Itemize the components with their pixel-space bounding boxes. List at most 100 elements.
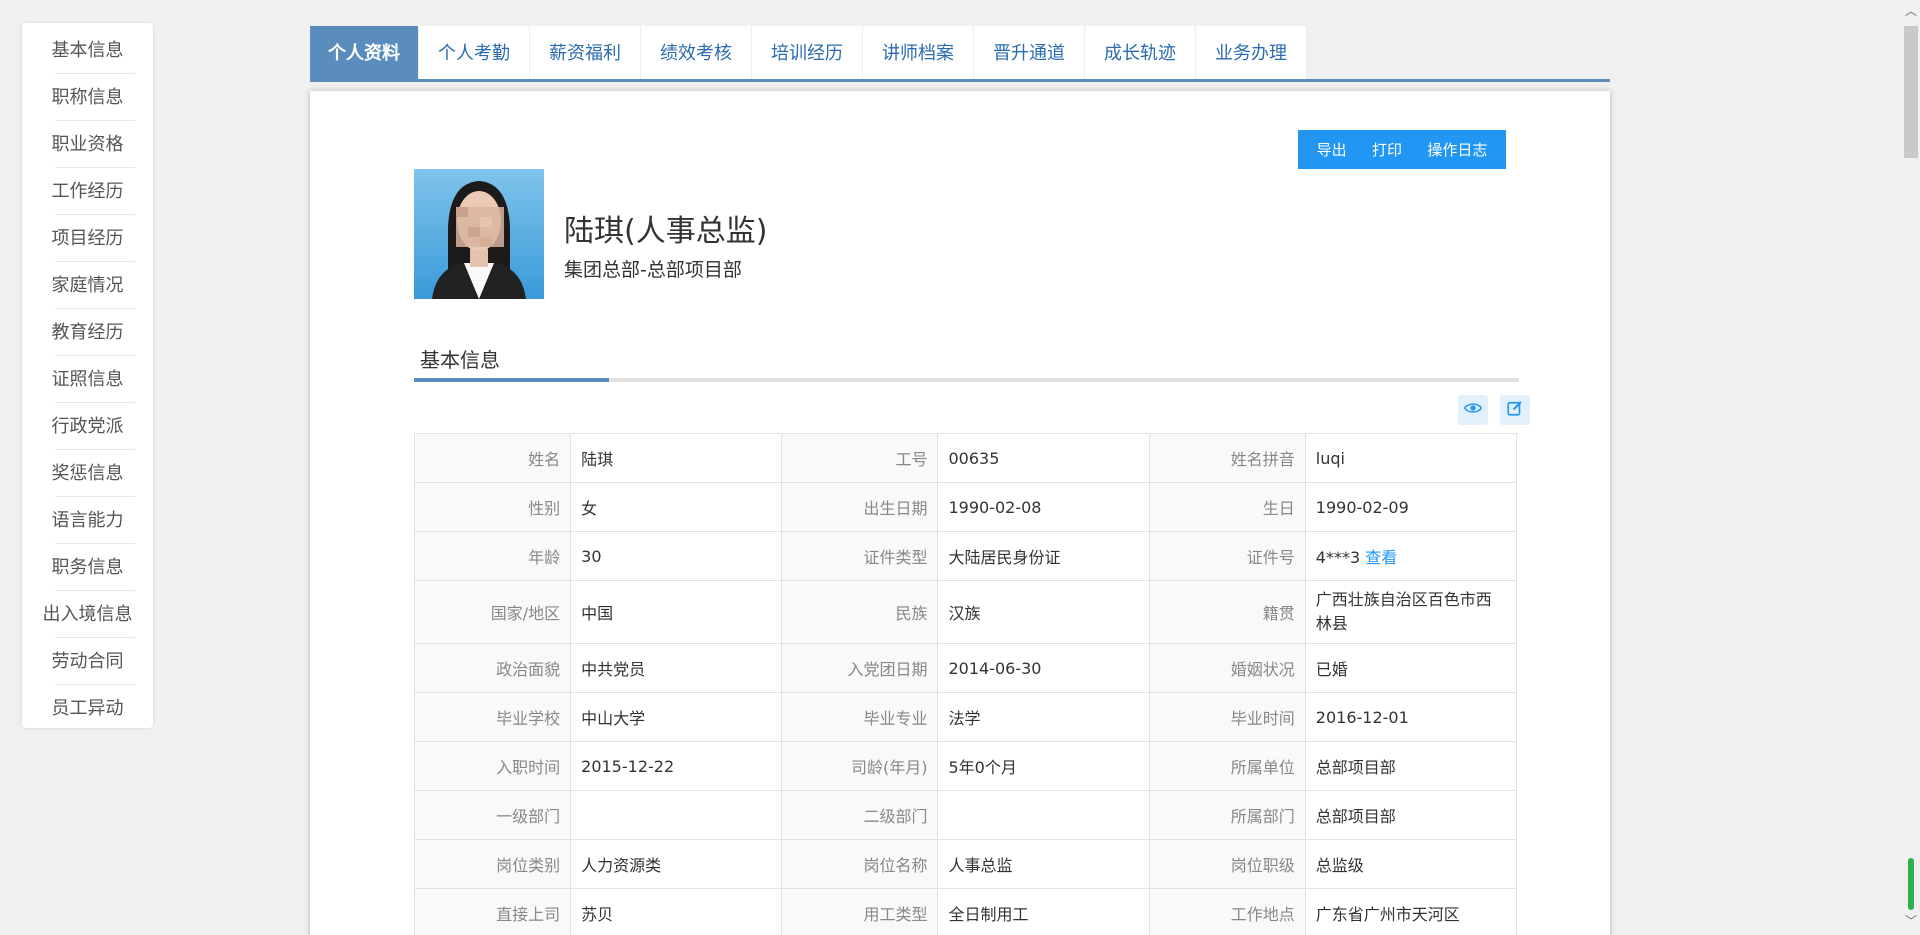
sidebar-item-position[interactable]: 职务信息 xyxy=(22,544,153,591)
sidebar-item-transfer[interactable]: 员工异动 xyxy=(22,685,153,732)
table-row: 直接上司 苏贝 用工类型 全日制用工 工作地点 广东省广州市天河区 xyxy=(413,888,1518,935)
tab-performance[interactable]: 绩效考核 xyxy=(641,26,752,79)
sidebar-item-language[interactable]: 语言能力 xyxy=(22,497,153,544)
scroll-indicator xyxy=(1908,858,1914,910)
view-id-link[interactable]: 查看 xyxy=(1365,548,1397,567)
sidebar-item-basic-info[interactable]: 基本信息 xyxy=(22,27,153,74)
tab-personal-profile[interactable]: 个人资料 xyxy=(310,26,419,79)
label-ethnicity: 民族 xyxy=(781,580,939,644)
view-button[interactable] xyxy=(1458,395,1488,425)
tab-salary[interactable]: 薪资福利 xyxy=(530,26,641,79)
value-job-category: 人力资源类 xyxy=(570,839,783,889)
sidebar-item-party[interactable]: 行政党派 xyxy=(22,403,153,450)
print-button[interactable]: 打印 xyxy=(1372,139,1402,160)
section-divider-active xyxy=(414,378,609,382)
label-level2-dept: 二级部门 xyxy=(781,790,939,840)
value-age: 30 xyxy=(570,531,783,581)
value-graduation-date: 2016-12-01 xyxy=(1304,692,1518,742)
label-age: 年龄 xyxy=(413,531,572,581)
label-country: 国家/地区 xyxy=(413,580,572,644)
sidebar-item-rewards[interactable]: 奖惩信息 xyxy=(22,450,153,497)
tab-bar: 个人资料 个人考勤 薪资福利 绩效考核 培训经历 讲师档案 晋升通道 成长轨迹 … xyxy=(310,26,1610,82)
sidebar-item-certificates[interactable]: 证照信息 xyxy=(22,356,153,403)
table-row: 性别 女 出生日期 1990-02-08 生日 1990-02-09 xyxy=(413,482,1518,532)
value-birth-date: 1990-02-08 xyxy=(937,482,1150,532)
value-pinyin: luqi xyxy=(1304,433,1518,483)
sidebar-item-travel[interactable]: 出入境信息 xyxy=(22,591,153,638)
value-native-place: 广西壮族自治区百色市西林县 xyxy=(1304,580,1518,644)
value-employee-id: 00635 xyxy=(937,433,1150,483)
sidebar-item-project-history[interactable]: 项目经历 xyxy=(22,215,153,262)
value-work-location: 广东省广州市天河区 xyxy=(1304,888,1518,935)
label-native-place: 籍贯 xyxy=(1148,580,1306,644)
label-supervisor: 直接上司 xyxy=(413,888,572,935)
tab-attendance[interactable]: 个人考勤 xyxy=(419,26,530,79)
sidebar: 基本信息 职称信息 职业资格 工作经历 项目经历 家庭情况 教育经历 证照信息 … xyxy=(22,23,153,728)
table-row: 入职时间 2015-12-22 司龄(年月) 5年0个月 所属单位 总部项目部 xyxy=(413,741,1518,791)
value-tenure: 5年0个月 xyxy=(937,741,1150,791)
label-id-type: 证件类型 xyxy=(781,531,939,581)
value-gender: 女 xyxy=(570,482,783,532)
tab-lecturer[interactable]: 讲师档案 xyxy=(863,26,974,79)
sidebar-item-education[interactable]: 教育经历 xyxy=(22,309,153,356)
tab-promotion[interactable]: 晋升通道 xyxy=(974,26,1085,79)
operation-log-button[interactable]: 操作日志 xyxy=(1427,139,1487,160)
table-row: 国家/地区 中国 民族 汉族 籍贯 广西壮族自治区百色市西林县 xyxy=(413,580,1518,644)
label-school: 毕业学校 xyxy=(413,692,572,742)
sidebar-item-qualification[interactable]: 职业资格 xyxy=(22,121,153,168)
scroll-down-icon[interactable]: ﹀ xyxy=(1902,912,1920,930)
value-name: 陆琪 xyxy=(570,433,783,483)
label-pinyin: 姓名拼音 xyxy=(1148,433,1306,483)
label-id-number: 证件号 xyxy=(1148,531,1306,581)
value-birthday: 1990-02-09 xyxy=(1304,482,1518,532)
table-row: 姓名 陆琪 工号 00635 姓名拼音 luqi xyxy=(413,433,1518,483)
sidebar-item-title-info[interactable]: 职称信息 xyxy=(22,74,153,121)
value-job-title: 人事总监 xyxy=(937,839,1150,889)
table-row: 岗位类别 人力资源类 岗位名称 人事总监 岗位职级 总监级 xyxy=(413,839,1518,889)
action-bar: 导出 打印 操作日志 xyxy=(1298,130,1506,169)
value-major: 法学 xyxy=(937,692,1150,742)
scrollbar-thumb[interactable] xyxy=(1904,26,1918,158)
employee-department: 集团总部-总部项目部 xyxy=(564,259,742,281)
label-political-status: 政治面貌 xyxy=(413,643,572,693)
value-country: 中国 xyxy=(570,580,783,644)
label-name: 姓名 xyxy=(413,433,572,483)
label-level1-dept: 一级部门 xyxy=(413,790,572,840)
table-row: 毕业学校 中山大学 毕业专业 法学 毕业时间 2016-12-01 xyxy=(413,692,1518,742)
label-marital-status: 婚姻状况 xyxy=(1148,643,1306,693)
profile-card: 导出 打印 操作日志 陆琪(人事总监) 集团总部-总部项目部 基本信息 姓名 陆… xyxy=(310,91,1610,935)
sidebar-item-contract[interactable]: 劳动合同 xyxy=(22,638,153,685)
scroll-up-icon[interactable]: ︿ xyxy=(1902,2,1920,20)
value-department: 总部项目部 xyxy=(1304,790,1518,840)
tab-growth[interactable]: 成长轨迹 xyxy=(1085,26,1196,79)
label-major: 毕业专业 xyxy=(781,692,939,742)
value-ethnicity: 汉族 xyxy=(937,580,1150,644)
tab-business[interactable]: 业务办理 xyxy=(1196,26,1307,79)
section-title: 基本信息 xyxy=(420,348,500,372)
label-tenure: 司龄(年月) xyxy=(781,741,939,791)
label-employee-id: 工号 xyxy=(781,433,939,483)
value-party-join-date: 2014-06-30 xyxy=(937,643,1150,693)
vertical-scrollbar[interactable]: ︿ ﹀ xyxy=(1902,0,1920,935)
tab-training[interactable]: 培训经历 xyxy=(752,26,863,79)
label-employment-type: 用工类型 xyxy=(781,888,939,935)
sidebar-item-work-history[interactable]: 工作经历 xyxy=(22,168,153,215)
value-employment-type: 全日制用工 xyxy=(937,888,1150,935)
value-marital-status: 已婚 xyxy=(1304,643,1518,693)
employee-name-title: 陆琪(人事总监) xyxy=(564,214,768,249)
edit-button[interactable] xyxy=(1500,395,1530,425)
table-row: 一级部门 二级部门 所属部门 总部项目部 xyxy=(413,790,1518,840)
label-department: 所属部门 xyxy=(1148,790,1306,840)
label-hire-date: 入职时间 xyxy=(413,741,572,791)
sidebar-item-family[interactable]: 家庭情况 xyxy=(22,262,153,309)
value-unit: 总部项目部 xyxy=(1304,741,1518,791)
export-button[interactable]: 导出 xyxy=(1317,139,1347,160)
profile-photo xyxy=(414,169,544,299)
table-row: 年龄 30 证件类型 大陆居民身份证 证件号 4***3 查看 xyxy=(413,531,1518,581)
value-level2-dept xyxy=(937,790,1150,840)
value-id-number-cell: 4***3 查看 xyxy=(1304,531,1518,581)
value-school: 中山大学 xyxy=(570,692,783,742)
value-id-type: 大陆居民身份证 xyxy=(937,531,1150,581)
basic-info-table: 姓名 陆琪 工号 00635 姓名拼音 luqi 性别 女 出生日期 1990-… xyxy=(413,433,1518,935)
table-row: 政治面貌 中共党员 入党团日期 2014-06-30 婚姻状况 已婚 xyxy=(413,643,1518,693)
